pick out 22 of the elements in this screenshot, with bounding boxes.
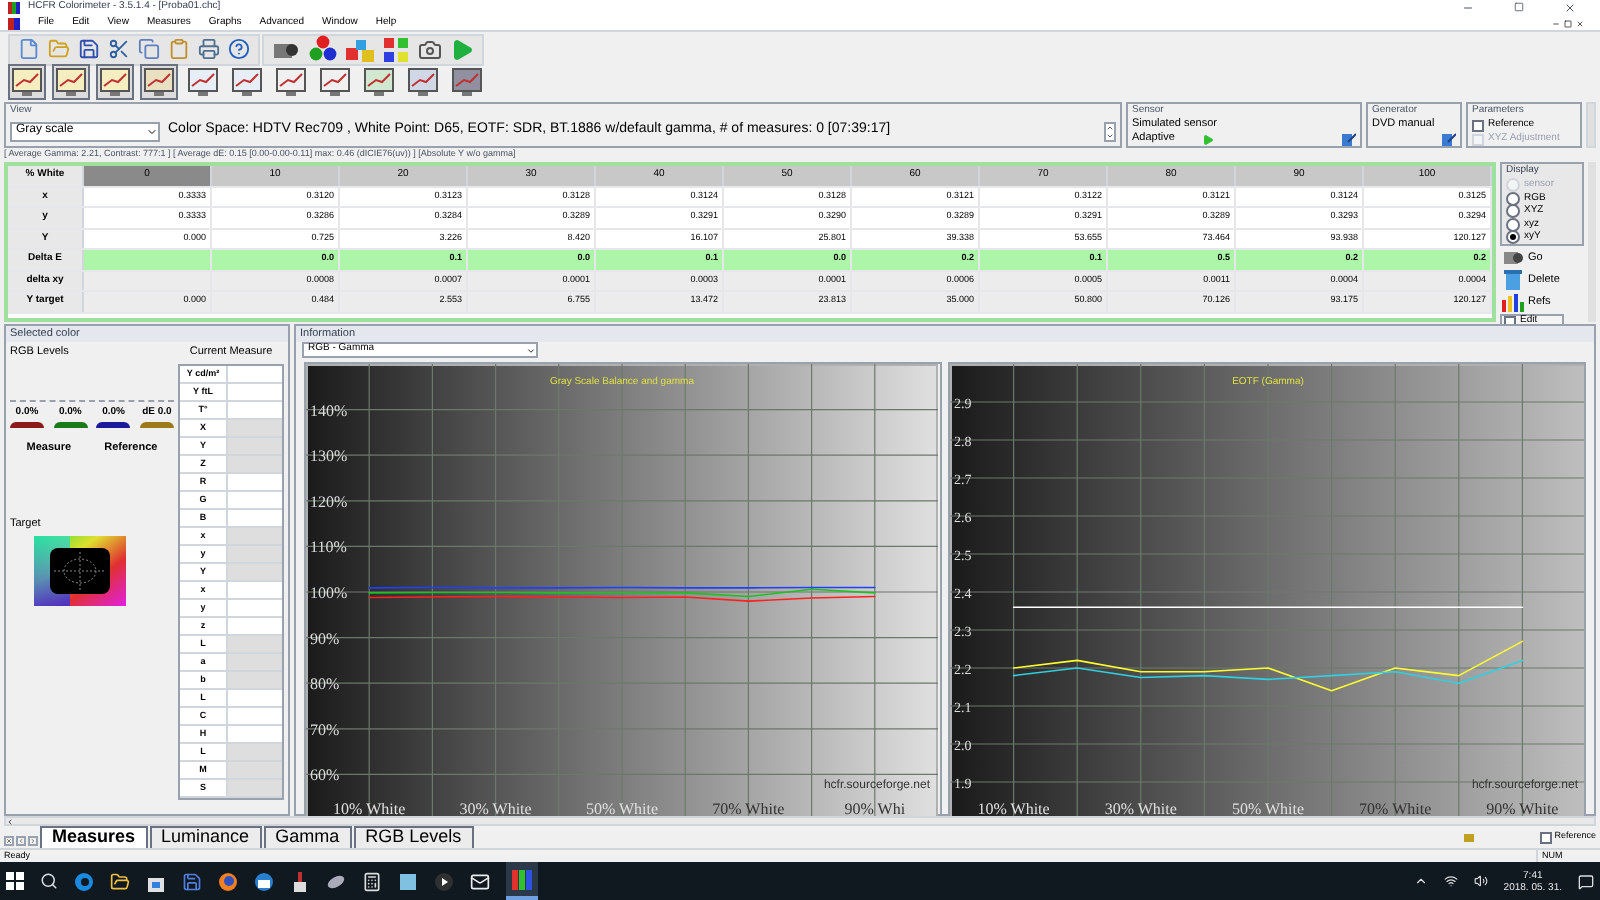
- tick-label: 100%: [310, 584, 348, 602]
- tick-label: 70% White: [712, 800, 785, 818]
- tick-label: 90% Whi: [844, 800, 906, 818]
- tick-label: 90%: [310, 629, 340, 648]
- tick-label: 10% White: [977, 800, 1050, 818]
- tick-label: 70% White: [1359, 800, 1432, 818]
- tick-label: 70%: [310, 720, 340, 739]
- sheet-tab[interactable]: Luminance: [149, 826, 262, 848]
- sheet-tab[interactable]: RGB Levels: [353, 826, 474, 848]
- tick-label: 30% White: [459, 800, 532, 818]
- tick-label: 140%: [310, 401, 348, 420]
- tick-label: 10% White: [333, 800, 406, 818]
- sheet-tab[interactable]: Measures: [40, 826, 148, 848]
- tick-label: 50% White: [1231, 800, 1305, 818]
- tick-label: 30% White: [1104, 800, 1177, 818]
- tick-label: 110%: [310, 538, 347, 557]
- sheet-tab[interactable]: Gamma: [263, 826, 352, 848]
- tick-label: 120%: [310, 492, 348, 511]
- tick-label: 60%: [310, 766, 340, 785]
- tick-label: 50% White: [585, 800, 659, 818]
- tick-label: 130%: [310, 447, 348, 466]
- tick-label: 80%: [310, 675, 340, 694]
